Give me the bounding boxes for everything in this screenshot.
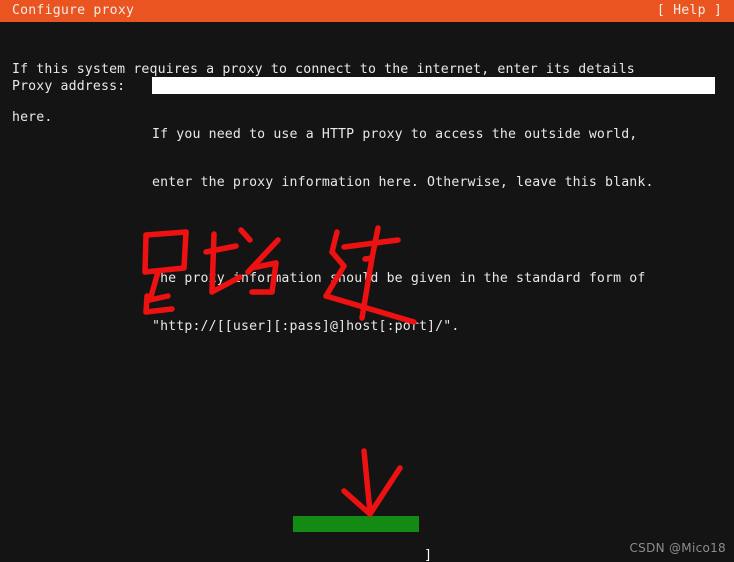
help-button[interactable]: [ Help ] [657, 0, 722, 22]
proxy-address-label: Proxy address: [12, 79, 126, 94]
help-para2-line1: The proxy information should be given in… [152, 271, 646, 286]
installer-screen: Configure proxy [ Help ] If this system … [0, 0, 734, 562]
done-button[interactable]: [ Done ] [293, 516, 432, 562]
help-paragraph-spacer [152, 223, 727, 239]
arrow-to-done-icon [341, 448, 403, 517]
page-title: Configure proxy [12, 3, 135, 18]
done-close-bracket: ] [424, 548, 433, 562]
watermark: CSDN @Mico18 [629, 541, 726, 555]
button-group: [ Done ] [ Back ] [293, 516, 432, 562]
help-para1-line2: enter the proxy information here. Otherw… [152, 175, 654, 190]
proxy-help-text: If you need to use a HTTP proxy to acces… [152, 95, 727, 367]
help-para2-line2: "http://[[user][:pass]@]host[:port]/". [152, 319, 460, 334]
title-bar: Configure proxy [ Help ] [0, 0, 734, 22]
help-para1-line1: If you need to use a HTTP proxy to acces… [152, 127, 638, 142]
intro-line-1: If this system requires a proxy to conne… [12, 62, 635, 77]
back-button[interactable]: [ Back ] [293, 532, 419, 548]
proxy-address-input[interactable] [152, 77, 715, 94]
